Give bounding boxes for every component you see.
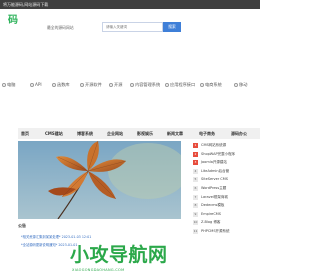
nav-item[interactable]: CMS建站 <box>45 129 63 138</box>
category-item[interactable]: 函数库 <box>52 80 70 89</box>
category-item[interactable]: 开源 <box>109 80 122 89</box>
interface-icon <box>165 82 169 87</box>
hero-banner[interactable] <box>18 141 181 219</box>
rank-title: PHPCMS开源系统 <box>201 229 230 233</box>
nav-item[interactable]: 新闻文章 <box>167 129 183 138</box>
top-notice-bar: 将万能源码,网站源码下载 <box>0 0 260 9</box>
rank-title: CMS网站系统源 <box>201 143 227 147</box>
category-label: 开源软件 <box>85 82 102 87</box>
rank-number: 11 <box>193 229 198 234</box>
watermark-logo: 小攻导航网 XIAOGONGDAOHANG.COM <box>70 241 260 275</box>
nav-item[interactable]: 影视娱乐 <box>137 129 153 138</box>
rank-title: WordPress主题 <box>201 186 227 190</box>
mobile-icon <box>234 82 238 87</box>
main-nav: 首页 CMS建站 博客系统 企业网站 影视娱乐 新闻文章 电子商务 源码办公 <box>18 128 260 139</box>
open-source-icon <box>80 82 84 87</box>
rank-title: Joomla开源建站 <box>201 160 227 165</box>
cms-icon <box>130 82 134 87</box>
rank-number: 5 <box>193 177 198 183</box>
rank-number: 1 <box>193 143 198 148</box>
rank-number: 9 <box>193 211 198 217</box>
category-label: 开源 <box>114 82 123 87</box>
category-label: 移动 <box>239 82 248 87</box>
code-icon <box>109 82 113 87</box>
notice-item[interactable]: *全站源码更新说明通知* 2023-01-01 <box>21 242 77 247</box>
category-label: 应用程序接口 <box>170 82 196 87</box>
rank-number: 3 <box>193 160 198 166</box>
category-item[interactable]: 内容管理系统 <box>130 80 160 89</box>
top-notice-text: 将万能源码,网站源码下载 <box>3 2 49 7</box>
shop-icon <box>200 82 204 87</box>
category-item[interactable]: 移动 <box>234 80 247 89</box>
rank-number: 6 <box>193 186 198 191</box>
monitor-icon <box>2 82 6 87</box>
category-item[interactable]: 开源软件 <box>80 80 102 89</box>
logo-text: 码 <box>8 15 18 26</box>
search-button[interactable]: 搜索 <box>163 22 181 32</box>
category-item[interactable]: 电脑 <box>2 80 15 89</box>
category-item[interactable]: 应用程序接口 <box>165 80 195 89</box>
ranking-item[interactable]: 11 PHPCMS开源系统 <box>193 227 260 236</box>
watermark-text: 小攻导航网 <box>70 244 168 266</box>
category-item[interactable]: API <box>30 80 42 89</box>
rank-number: 8 <box>193 203 198 209</box>
category-label: 内容管理系统 <box>135 82 161 87</box>
notice-item[interactable]: *相关资源汇集到某某处理* 2023-01-03 12:01 <box>21 234 91 239</box>
nav-item[interactable]: 源码办公 <box>231 129 247 138</box>
rank-title: Laravel框架商城 <box>201 194 228 199</box>
category-label: API <box>35 82 42 87</box>
rank-number: 7 <box>193 194 198 200</box>
hero-image <box>18 141 181 219</box>
category-label: 电商系统 <box>205 82 222 87</box>
rank-title: SiteServer CMS <box>201 177 228 182</box>
site-logo[interactable]: 码 <box>6 15 37 34</box>
rank-title: LiteAdmin后台管 <box>201 168 230 173</box>
search-input[interactable] <box>102 22 163 32</box>
notice-title: 公告 <box>18 223 26 228</box>
rank-title: Z-Blog 博客 <box>201 220 221 225</box>
category-label: 电脑 <box>7 82 16 87</box>
category-item[interactable]: 电商系统 <box>200 80 222 89</box>
category-label: 函数库 <box>57 82 70 87</box>
api-icon <box>30 82 34 87</box>
watermark-subtext: XIAOGONGDAOHANG.COM <box>72 268 125 272</box>
rank-number: 4 <box>193 168 198 174</box>
category-nav: 电脑 API 函数库 开源软件 开源 内容管理系统 应用程序接口 电商系统 移动 <box>0 77 260 91</box>
ranking-list: 1 CMS网站系统源 2 ShopWAP完整小程序 3 Joomla开源建站 4 LiteAd… <box>193 141 260 241</box>
rank-title: EmpireCMS <box>201 211 222 216</box>
rank-title: ShopWAP完整小程序 <box>201 151 236 156</box>
nav-item[interactable]: 电子商务 <box>199 129 215 138</box>
nav-item[interactable]: 首页 <box>21 129 29 138</box>
site-tagline: 最全的源码网站 <box>47 25 74 30</box>
function-icon <box>52 82 56 87</box>
nav-item[interactable]: 博客系统 <box>77 129 93 138</box>
nav-item[interactable]: 企业网站 <box>107 129 123 138</box>
rank-number: 10 <box>193 220 198 226</box>
rank-number: 2 <box>193 151 198 157</box>
rank-title: Dedecms模板 <box>201 203 225 208</box>
